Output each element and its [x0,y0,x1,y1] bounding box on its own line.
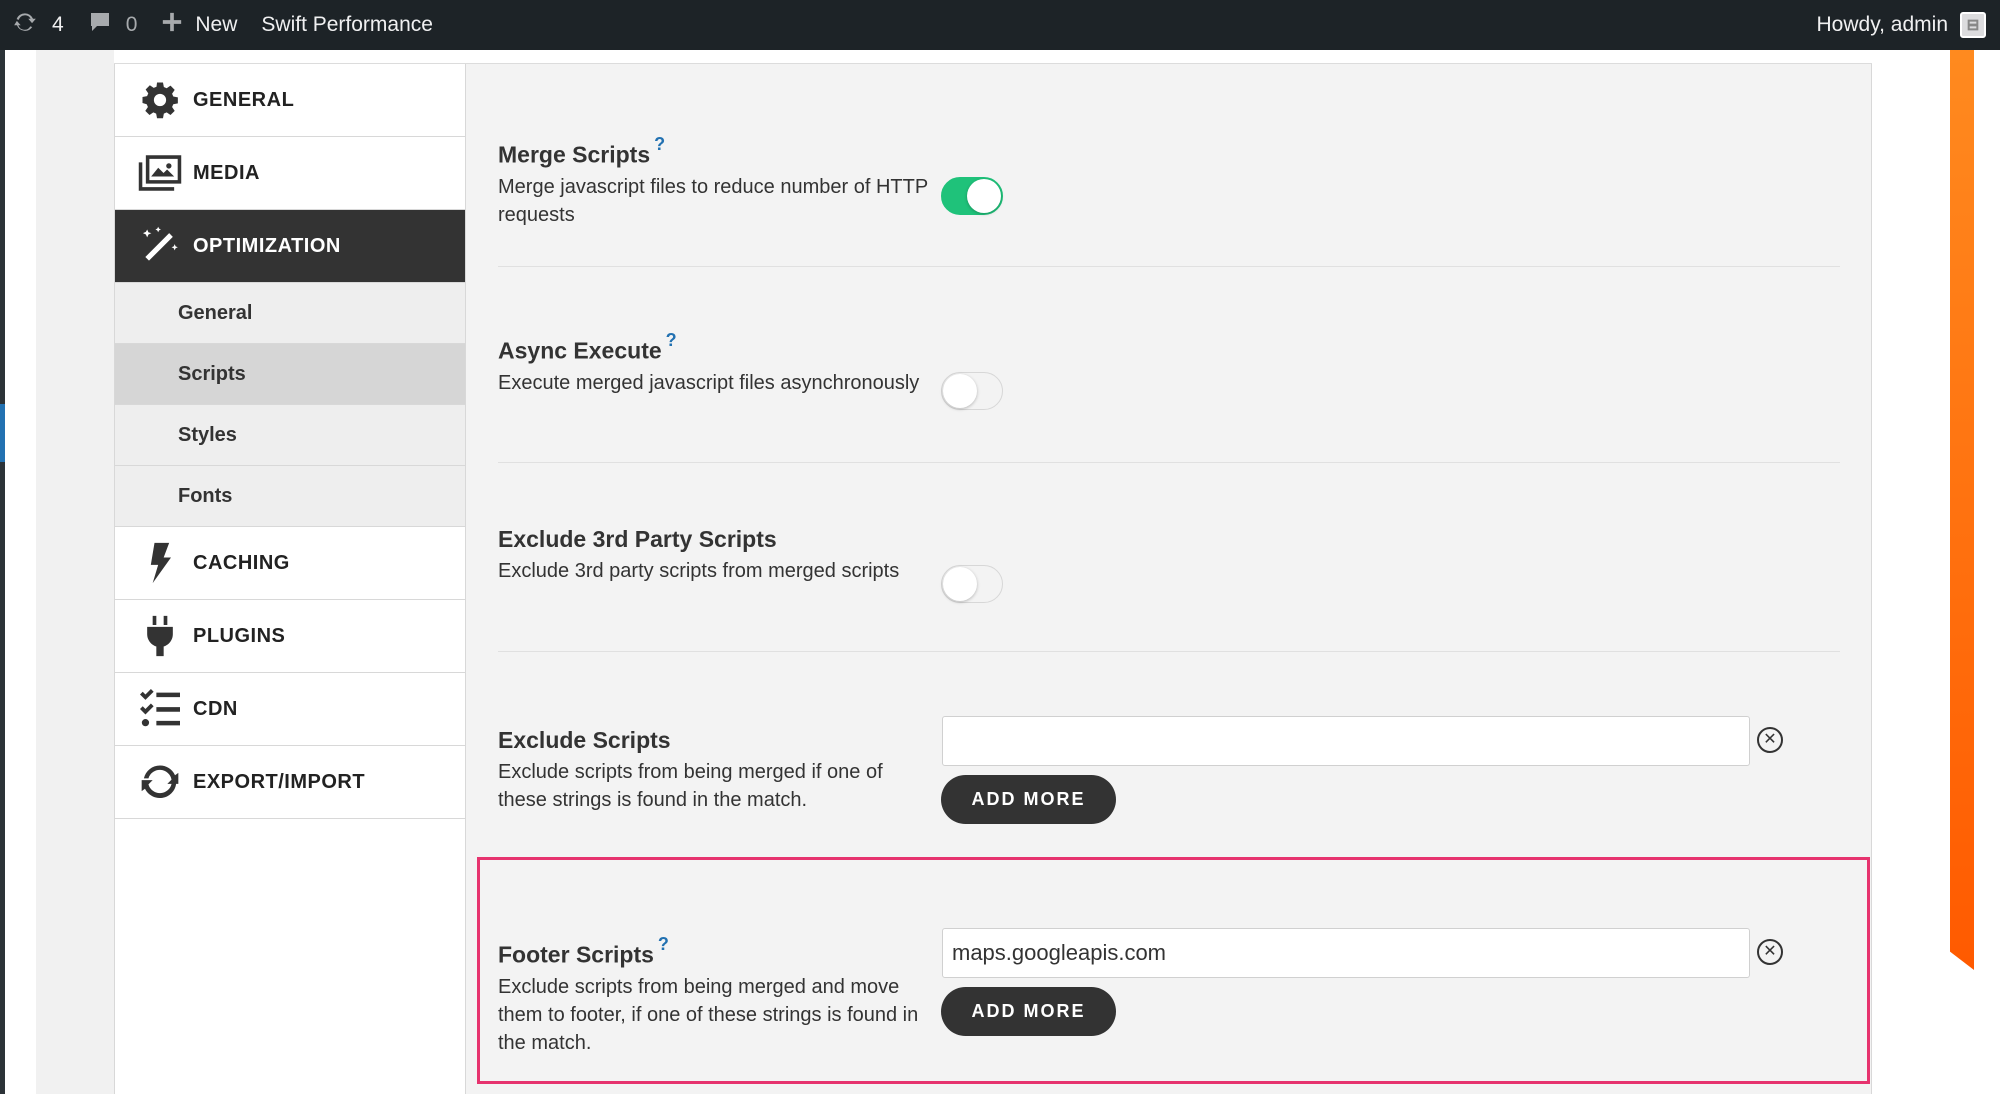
updates-menu[interactable]: 4 [0,0,76,50]
updates-count: 4 [52,13,64,36]
close-icon: ✕ [1763,731,1777,748]
comment-icon [88,10,112,40]
sidebar-item-label: OPTIMIZATION [193,234,341,257]
images-icon [135,148,185,198]
divider [498,266,1840,267]
comments-menu[interactable]: 0 [76,0,150,50]
option-title: Exclude Scripts [498,727,671,753]
avatar-icon [1967,19,1979,31]
sidebar-subitem-styles[interactable]: Styles [115,405,465,466]
option-title: Footer Scripts [498,941,654,968]
gear-icon [135,75,185,125]
comments-count: 0 [125,13,138,36]
magic-wand-icon [135,221,185,271]
exclude-3rd-party-toggle[interactable] [941,565,1003,603]
settings-sidebar: GENERAL MEDIA OPTIMIZATION General Scrip… [115,64,466,1094]
option-exclude-3rd-party: Exclude 3rd Party Scripts Exclude 3rd pa… [498,526,928,585]
sidebar-subitem-fonts[interactable]: Fonts [115,466,465,527]
sidebar-item-optimization[interactable]: OPTIMIZATION [115,210,465,283]
sync-icon [135,757,185,807]
sidebar-item-export-import[interactable]: EXPORT/IMPORT [115,746,465,819]
toggle-knob [967,179,1001,213]
footer-scripts-input[interactable] [942,928,1750,978]
checklist-icon [135,684,185,734]
sidebar-subitem-general[interactable]: General [115,283,465,344]
option-description: Exclude scripts from being merged if one… [498,761,883,811]
async-execute-toggle[interactable] [941,372,1003,410]
help-link[interactable]: ? [666,330,677,350]
help-link[interactable]: ? [654,134,665,154]
sidebar-item-label: CACHING [193,551,290,574]
option-exclude-scripts: Exclude Scripts Exclude scripts from bei… [498,727,928,814]
add-more-exclude-scripts-button[interactable]: ADD MORE [941,775,1116,824]
exclude-scripts-input[interactable] [942,716,1750,766]
lightning-icon [135,538,185,588]
sidebar-item-label: GENERAL [193,88,295,111]
option-title: Async Execute [498,337,662,364]
divider [498,462,1840,463]
option-description: Exclude scripts from being merged and mo… [498,975,919,1054]
plus-icon [161,11,183,39]
option-merge-scripts: Merge Scripts? Merge javascript files to… [498,134,928,229]
sidebar-item-media[interactable]: MEDIA [115,137,465,210]
remove-footer-script-button[interactable]: ✕ [1757,939,1783,965]
avatar [1960,12,1986,38]
sidebar-subitem-scripts[interactable]: Scripts [115,344,465,405]
option-description: Exclude 3rd party scripts from merged sc… [498,560,900,582]
add-more-footer-scripts-button[interactable]: ADD MORE [941,987,1116,1036]
new-label: New [195,13,238,36]
greeting: Howdy, admin [1816,13,1949,36]
right-gutter [1872,50,2000,1094]
account-menu[interactable]: Howdy, admin [1817,12,2000,38]
help-link[interactable]: ? [658,934,669,954]
sidebar-item-plugins[interactable]: PLUGINS [115,600,465,673]
option-description: Execute merged javascript files asynchro… [498,371,920,394]
admin-bar: 4 0 New Swift Performance Howdy, admin [0,0,2000,50]
sidebar-item-label: MEDIA [193,161,260,184]
sidebar-item-general[interactable]: GENERAL [115,64,465,137]
sidebar-item-label: PLUGINS [193,624,286,647]
refresh-icon [12,9,38,41]
toggle-knob [943,374,977,408]
sidebar-item-cdn[interactable]: CDN [115,673,465,746]
option-footer-scripts: Footer Scripts? Exclude scripts from bei… [498,934,928,1057]
swift-performance-menu[interactable]: Swift Performance [249,0,445,50]
sidebar-item-label: EXPORT/IMPORT [193,770,366,793]
option-title: Exclude 3rd Party Scripts [498,526,777,552]
plug-icon [135,611,185,661]
option-description: Merge javascript files to reduce number … [498,175,928,226]
merge-scripts-toggle[interactable] [941,177,1003,215]
panel-top [114,50,1872,64]
admin-menu-edge [0,50,36,1094]
toggle-knob [943,567,977,601]
sidebar-item-caching[interactable]: CACHING [115,527,465,600]
divider [498,651,1840,652]
site-label: Swift Performance [261,13,433,36]
new-content-menu[interactable]: New [149,0,249,50]
orange-side-tab [1950,50,1974,970]
remove-exclude-script-button[interactable]: ✕ [1757,727,1783,753]
close-icon: ✕ [1763,943,1777,960]
option-async-execute: Async Execute? Execute merged javascript… [498,330,928,397]
sidebar-item-label: CDN [193,697,238,720]
option-title: Merge Scripts [498,141,651,168]
